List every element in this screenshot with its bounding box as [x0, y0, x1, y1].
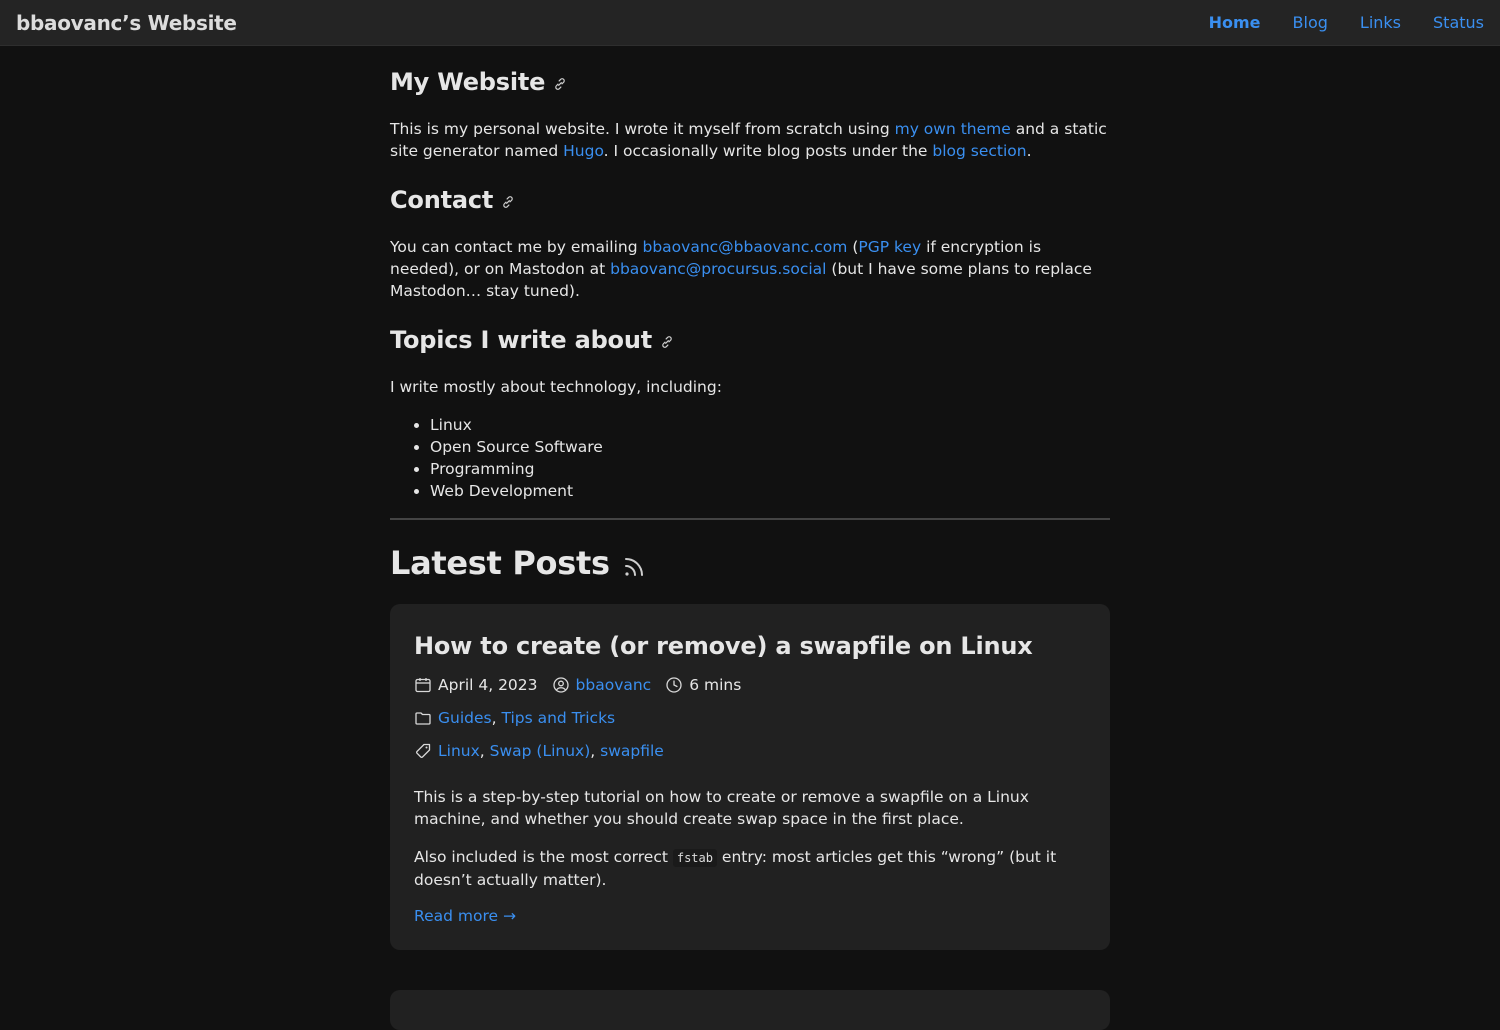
top-navigation-bar: bbaovanc’s Website Home Blog Links Statu…: [0, 0, 1500, 46]
post-meta-row: April 4, 2023 bbaovanc 6 mins: [414, 674, 1086, 696]
mastodon-link[interactable]: bbaovanc@procursus.social: [610, 260, 826, 278]
contact-text-1: You can contact me by emailing: [390, 238, 643, 256]
contact-text-2: (: [847, 238, 859, 256]
post-read-time: 6 mins: [689, 676, 742, 694]
contact-paragraph: You can contact me by emailing bbaovanc@…: [390, 236, 1110, 302]
post-card: [390, 990, 1110, 1030]
intro-text-1: This is my personal website. I wrote it …: [390, 120, 895, 138]
post-categories-row: Guides, Tips and Tricks: [414, 707, 1086, 729]
own-theme-link[interactable]: my own theme: [895, 120, 1011, 138]
nav-status-link[interactable]: Status: [1433, 13, 1484, 32]
rss-icon[interactable]: [622, 555, 646, 579]
latest-posts-heading: Latest Posts: [390, 544, 1110, 582]
list-item: Web Development: [430, 480, 1110, 502]
heading-my-website-text: My Website: [390, 68, 546, 96]
email-link[interactable]: bbaovanc@bbaovanc.com: [643, 238, 848, 256]
list-item: Programming: [430, 458, 1110, 480]
tag-link[interactable]: Swap (Linux): [490, 742, 591, 760]
main-content: My Website This is my personal website. …: [390, 60, 1110, 582]
category-link[interactable]: Tips and Tricks: [501, 709, 615, 727]
hugo-link[interactable]: Hugo: [563, 142, 604, 160]
post-title[interactable]: How to create (or remove) a swapfile on …: [414, 632, 1086, 660]
category-link[interactable]: Guides: [438, 709, 492, 727]
list-item: Linux: [430, 414, 1110, 436]
nav-links-link[interactable]: Links: [1360, 13, 1401, 32]
heading-my-website: My Website: [390, 68, 1110, 96]
separator: ,: [479, 742, 490, 760]
heading-topics: Topics I write about: [390, 326, 1110, 354]
section-divider: [390, 518, 1110, 520]
post-author-link[interactable]: bbaovanc: [576, 676, 652, 694]
nav-blog-link[interactable]: Blog: [1293, 13, 1328, 32]
heading-contact: Contact: [390, 186, 1110, 214]
read-more-link[interactable]: Read more →: [414, 907, 516, 925]
list-item: Open Source Software: [430, 436, 1110, 458]
heading-contact-text: Contact: [390, 186, 494, 214]
nav-home-link[interactable]: Home: [1209, 13, 1261, 32]
main-nav: Home Blog Links Status: [1209, 13, 1484, 32]
tag-link[interactable]: swapfile: [600, 742, 664, 760]
blog-section-link[interactable]: blog section: [932, 142, 1026, 160]
post-card: How to create (or remove) a swapfile on …: [390, 604, 1110, 950]
heading-topics-text: Topics I write about: [390, 326, 652, 354]
intro-text-4: .: [1026, 142, 1032, 160]
inline-code: fstab: [672, 849, 717, 867]
link-icon[interactable]: [660, 335, 674, 349]
post-summary-text-1: Also included is the most correct: [414, 848, 673, 866]
link-icon[interactable]: [501, 195, 515, 209]
calendar-icon: [415, 678, 431, 693]
pgp-key-link[interactable]: PGP key: [858, 238, 921, 256]
folder-icon: [415, 712, 431, 725]
latest-posts-title: Latest Posts: [390, 544, 610, 582]
topics-intro: I write mostly about technology, includi…: [390, 378, 722, 396]
site-title[interactable]: bbaovanc’s Website: [16, 11, 237, 35]
separator: ,: [491, 709, 502, 727]
link-icon[interactable]: [553, 77, 567, 91]
clock-icon: [666, 677, 682, 693]
intro-paragraph: This is my personal website. I wrote it …: [390, 118, 1110, 162]
tag-link[interactable]: Linux: [438, 742, 480, 760]
post-summary: This is a step-by-step tutorial on how t…: [414, 788, 1029, 828]
user-circle-icon: [552, 677, 569, 693]
topics-list: Linux Open Source Software Programming W…: [390, 414, 1110, 502]
post-summary-2: Also included is the most correct fstab …: [414, 846, 1086, 891]
post-tags-row: Linux, Swap (Linux), swapfile: [414, 740, 1086, 762]
separator: ,: [590, 742, 601, 760]
tag-icon: [416, 743, 431, 758]
post-date: April 4, 2023: [438, 676, 538, 694]
intro-text-3: . I occasionally write blog posts under …: [603, 142, 933, 160]
